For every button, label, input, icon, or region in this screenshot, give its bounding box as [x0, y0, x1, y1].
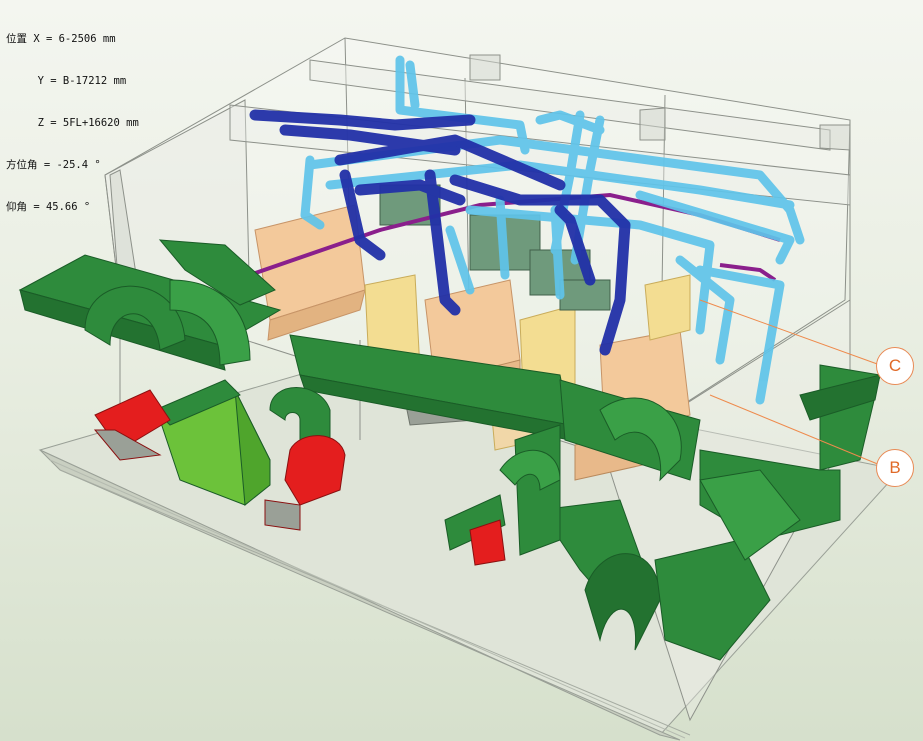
position-x-readout: 位置 X = 6-2506 mm: [6, 33, 116, 45]
camera-readout: 位置 X = 6-2506 mm Y = B-17212 mm Z = 5FL+…: [6, 4, 139, 242]
azimuth-readout: 方位角 = -25.4 °: [6, 159, 101, 171]
control-cabinet-3[interactable]: [644, 274, 691, 341]
3d-viewport[interactable]: C B 位置 X = 6-2506 mm Y = B-17212 mm Z = …: [0, 0, 923, 741]
grid-label-c[interactable]: C: [876, 347, 914, 385]
position-z-readout: Z = 5FL+16620 mm: [6, 117, 139, 129]
position-y-readout: Y = B-17212 mm: [6, 75, 127, 87]
grid-label-b[interactable]: B: [876, 449, 914, 487]
elevation-readout: 仰角 = 45.66 °: [6, 201, 91, 213]
